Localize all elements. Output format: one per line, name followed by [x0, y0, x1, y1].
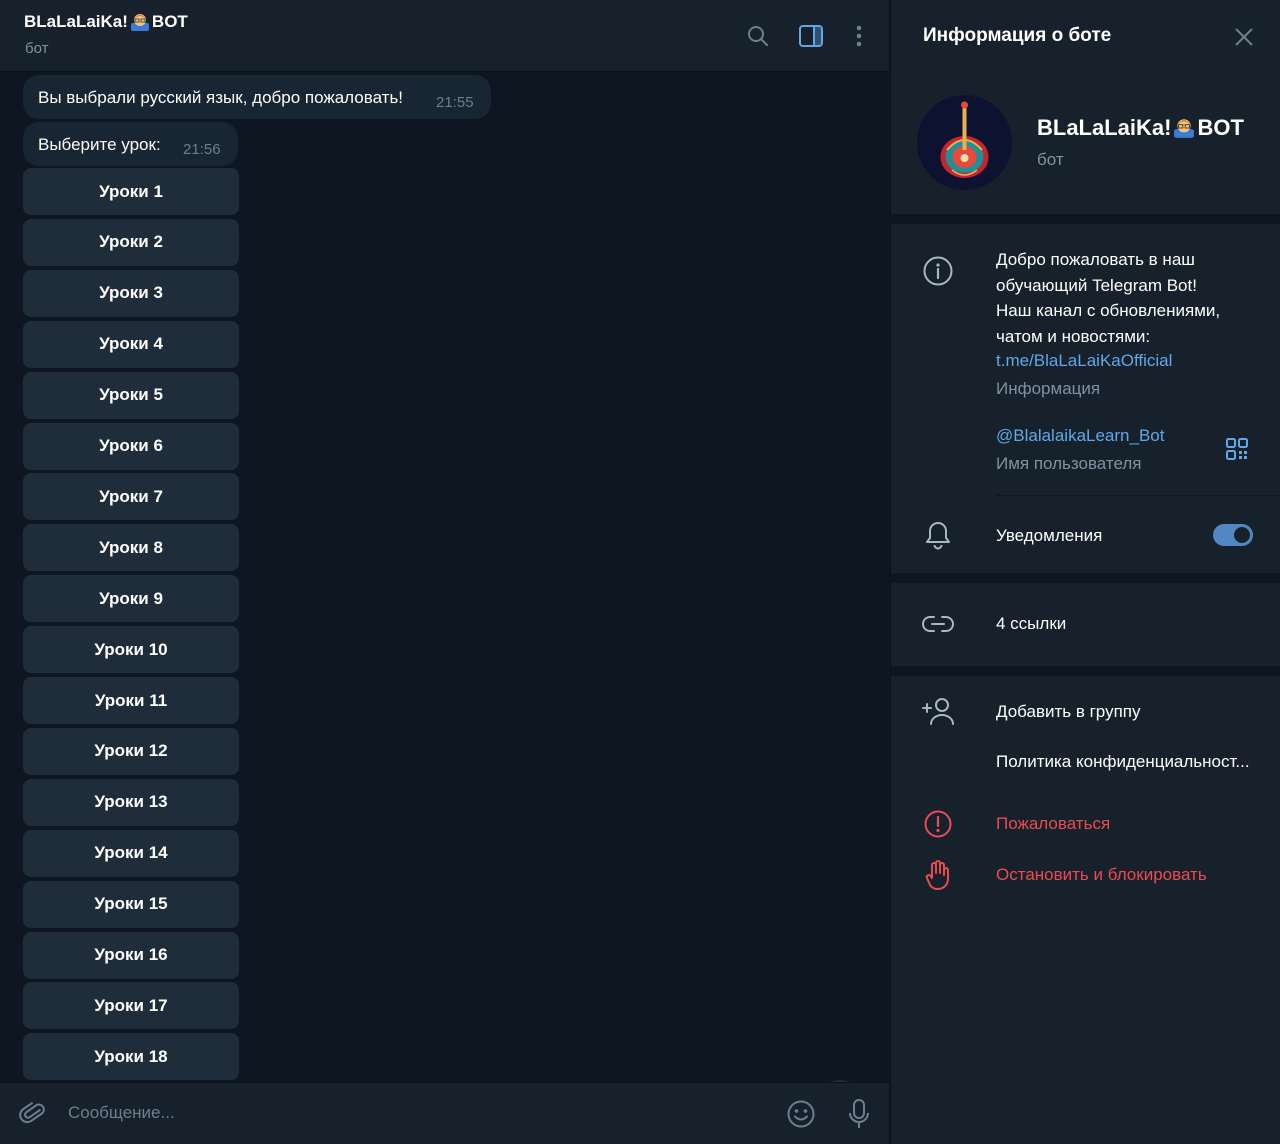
chat-title-suffix: BOT — [151, 12, 188, 31]
lesson-button[interactable]: Уроки 12 — [23, 727, 239, 775]
notifications-toggle[interactable] — [1213, 524, 1253, 546]
chat-subtitle: бот — [25, 40, 49, 57]
search-icon[interactable] — [745, 22, 771, 50]
stop-hand-icon — [921, 858, 955, 892]
report-icon — [921, 807, 955, 841]
message-time: 21:55 — [436, 94, 474, 111]
notifications-label: Уведомления — [996, 526, 1103, 545]
bell-icon — [921, 518, 955, 552]
section-separator — [891, 666, 1280, 676]
message-text: Вы выбрали русский язык, добро пожаловат… — [38, 88, 404, 107]
add-to-group-button[interactable]: Добавить в группу — [996, 702, 1140, 722]
message-composer — [0, 1082, 889, 1144]
lesson-button[interactable]: Уроки 14 — [23, 829, 239, 877]
message-list[interactable]: Вы выбрали русский язык, добро пожаловат… — [0, 73, 889, 1082]
panel-title: Информация о боте — [923, 25, 1112, 46]
message-input[interactable] — [68, 1100, 758, 1126]
emoji-icon[interactable] — [784, 1097, 818, 1131]
bot-description: Добро пожаловать в наш обучающий Telegra… — [996, 247, 1256, 349]
description-line: обучающий Telegram Bot! — [996, 275, 1197, 295]
lesson-button[interactable]: Уроки 9 — [23, 575, 239, 623]
bot-info-panel: Информация о боте BLaLaLaiKa! BOT бот До… — [890, 0, 1280, 1144]
profile-name: BLaLaLaiKa! BOT — [1037, 115, 1244, 141]
links-row[interactable]: 4 ссылки — [996, 614, 1066, 634]
message-bubble[interactable]: Выберите урок: 21:56 — [23, 122, 238, 166]
lesson-button[interactable]: Уроки 1 — [23, 168, 239, 215]
section-separator — [891, 214, 1280, 224]
link-icon — [921, 607, 955, 641]
add-user-icon — [921, 694, 955, 728]
more-vertical-icon[interactable] — [846, 22, 872, 50]
description-line: Добро пожаловать в наш — [996, 250, 1195, 269]
channel-link[interactable]: t.me/BlaLaLaiKaOfficial — [996, 351, 1172, 371]
message-text: Выберите урок: — [38, 135, 161, 154]
row-divider — [996, 495, 1280, 496]
lesson-button[interactable]: Уроки 10 — [23, 626, 239, 674]
close-icon[interactable] — [1231, 24, 1257, 50]
teacher-emoji-icon — [1174, 119, 1195, 138]
lesson-button[interactable]: Уроки 15 — [23, 880, 239, 928]
lesson-button[interactable]: Уроки 2 — [23, 218, 239, 266]
lesson-button[interactable]: Уроки 17 — [23, 982, 239, 1030]
avatar[interactable] — [917, 95, 1012, 190]
lesson-button[interactable]: Уроки 8 — [23, 524, 239, 572]
profile-name-text: BLaLaLaiKa! — [1037, 115, 1172, 140]
info-icon — [921, 254, 955, 288]
lesson-button[interactable]: Уроки 16 — [23, 931, 239, 979]
lesson-button[interactable]: Уроки 7 — [23, 473, 239, 521]
report-button[interactable]: Пожаловаться — [996, 814, 1110, 834]
lesson-button[interactable]: Уроки 5 — [23, 371, 239, 419]
description-line: Наш канал с обновлениями, — [996, 301, 1221, 320]
qr-code-icon[interactable] — [1220, 432, 1254, 466]
sidebar-toggle-icon[interactable] — [798, 22, 824, 50]
username-label: Имя пользователя — [996, 454, 1142, 473]
block-button[interactable]: Остановить и блокировать — [996, 865, 1207, 885]
chat-title-name: BLaLaLaiKa! — [24, 12, 128, 31]
username-link[interactable]: @BlalalaikaLearn_Bot — [996, 426, 1164, 446]
chat-header: BLaLaLaiKa! BOT бот — [0, 0, 889, 72]
lesson-button[interactable]: Уроки 18 — [23, 1033, 239, 1081]
section-separator — [891, 573, 1280, 583]
microphone-icon[interactable] — [842, 1097, 876, 1131]
privacy-policy-button[interactable]: Политика конфиденциальност... — [996, 752, 1250, 772]
teacher-emoji-icon — [130, 14, 149, 31]
lesson-button[interactable]: Уроки 4 — [23, 320, 239, 368]
chat-area: BLaLaLaiKa! BOT бот Вы выбрали русский я… — [0, 0, 889, 1144]
profile-subtitle: бот — [1037, 150, 1064, 169]
lesson-button[interactable]: Уроки 6 — [23, 422, 239, 470]
lesson-button[interactable]: Уроки 3 — [23, 269, 239, 317]
lesson-button[interactable]: Уроки 11 — [23, 677, 239, 724]
attach-icon[interactable] — [16, 1097, 50, 1131]
description-line: чатом и новостями: — [996, 326, 1151, 346]
lesson-button[interactable]: Уроки 13 — [23, 778, 239, 826]
message-time: 21:56 — [183, 141, 221, 158]
message-bubble[interactable]: Вы выбрали русский язык, добро пожаловат… — [23, 75, 491, 119]
chat-title[interactable]: BLaLaLaiKa! BOT — [24, 12, 188, 32]
toggle-knob — [1232, 525, 1252, 545]
description-label: Информация — [996, 379, 1101, 398]
profile-name-suffix: BOT — [1197, 115, 1244, 140]
